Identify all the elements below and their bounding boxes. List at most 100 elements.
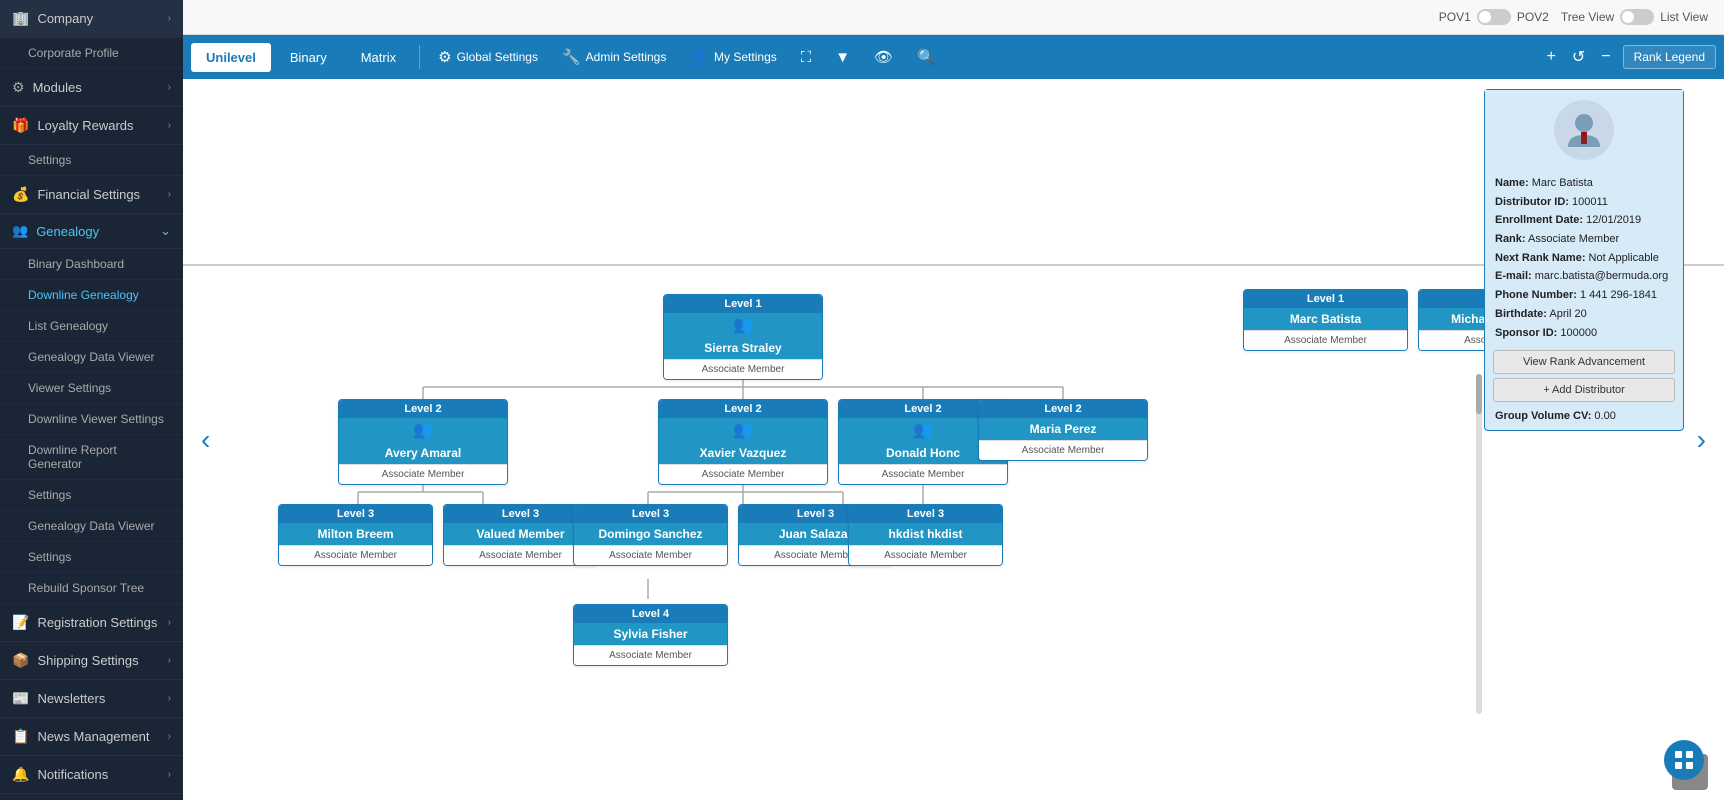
news-arrow: ›	[168, 731, 171, 742]
node-l3-0[interactable]: Level 3 Milton Breem Associate Member	[278, 504, 433, 566]
popup-name-label: Name:	[1495, 177, 1529, 189]
node-root-name: Sierra Straley	[664, 337, 822, 359]
topbar: POV1 POV2 Tree View List View	[183, 0, 1724, 35]
btn-add-distributor[interactable]: + Add Distributor	[1493, 378, 1675, 402]
btn-expand[interactable]: ⛶	[791, 44, 822, 71]
profile-popup: Name: Marc Batista Distributor ID: 10001…	[1484, 89, 1684, 431]
node-l2-0[interactable]: Level 2 👥 Avery Amaral Associate Member	[338, 399, 508, 485]
popup-rank-line: Rank: Associate Member	[1495, 230, 1673, 249]
nav-arrow-right[interactable]: ›	[1687, 414, 1716, 466]
popup-email-line: E-mail: marc.batista@bermuda.org	[1495, 267, 1673, 286]
popup-sponsor-line: Sponsor ID: 100000	[1495, 324, 1673, 343]
tab-matrix[interactable]: Matrix	[346, 43, 411, 72]
btn-zoom-out[interactable]: −	[1597, 44, 1614, 70]
tab-binary[interactable]: Binary	[275, 43, 342, 72]
sidebar-item-rebuild-sponsor[interactable]: Rebuild Sponsor Tree	[0, 573, 183, 604]
node-l3-2[interactable]: Level 3 Domingo Sanchez Associate Member	[573, 504, 728, 566]
node-l2-1-name: Xavier Vazquez	[659, 442, 827, 464]
popup-sponsor-label: Sponsor ID:	[1495, 327, 1557, 339]
popup-did-line: Distributor ID: 100011	[1495, 193, 1673, 212]
node-root[interactable]: Level 1 👥 Sierra Straley Associate Membe…	[663, 294, 823, 380]
sidebar: 🏢 Company › Corporate Profile ⚙ Modules …	[0, 0, 183, 800]
node-right-0-name: Marc Batista	[1244, 308, 1407, 330]
view-toggle[interactable]	[1620, 9, 1654, 25]
btn-filter[interactable]: ▼	[825, 44, 860, 71]
node-l3-4[interactable]: Level 3 hkdist hkdist Associate Member	[848, 504, 1003, 566]
notifications-arrow: ›	[168, 769, 171, 780]
sidebar-item-registration[interactable]: 📝 Registration Settings ›	[0, 604, 183, 642]
node-l2-3[interactable]: Level 2 Maria Perez Associate Member	[978, 399, 1148, 461]
avatar-svg	[1563, 109, 1605, 151]
notifications-icon: 🔔	[12, 766, 29, 783]
node-l2-1-level: Level 2	[659, 400, 827, 418]
node-right-0[interactable]: Level 1 Marc Batista Associate Member	[1243, 289, 1408, 351]
sidebar-item-downline-report[interactable]: Downline Report Generator	[0, 435, 183, 480]
sidebar-item-shipping[interactable]: 📦 Shipping Settings ›	[0, 642, 183, 680]
sidebar-item-downline-genealogy[interactable]: Downline Genealogy	[0, 280, 183, 311]
sidebar-item-binary-dashboard[interactable]: Binary Dashboard	[0, 249, 183, 280]
sidebar-item-genealogy-data-viewer2[interactable]: Genealogy Data Viewer	[0, 511, 183, 542]
node-l3-2-level: Level 3	[574, 505, 727, 523]
btn-refresh[interactable]: ↺	[1568, 43, 1589, 71]
node-l2-1[interactable]: Level 2 👥 Xavier Vazquez Associate Membe…	[658, 399, 828, 485]
list-view-label: List View	[1660, 10, 1708, 24]
btn-view-rank[interactable]: View Rank Advancement	[1493, 350, 1675, 374]
toolbar: Unilevel Binary Matrix ⚙ Global Settings…	[183, 35, 1724, 79]
node-l4-0-level: Level 4	[574, 605, 727, 623]
sidebar-item-news-management[interactable]: 📋 News Management ›	[0, 718, 183, 756]
tab-unilevel[interactable]: Unilevel	[191, 43, 271, 72]
node-right-0-level: Level 1	[1244, 290, 1407, 308]
sidebar-item-modules[interactable]: ⚙ Modules ›	[0, 69, 183, 107]
pov1-label: POV1	[1439, 10, 1471, 24]
btn-my-settings[interactable]: 👤 My Settings	[680, 43, 786, 71]
sidebar-item-genealogy-header[interactable]: 👥 Genealogy ⌄	[0, 214, 183, 249]
search-icon: 🔍	[917, 48, 936, 66]
financial-icon: 💰	[12, 186, 29, 203]
newsletters-arrow: ›	[168, 693, 171, 704]
btn-zoom-in[interactable]: +	[1543, 44, 1560, 70]
node-l3-2-name: Domingo Sanchez	[574, 523, 727, 545]
sidebar-item-company[interactable]: 🏢 Company ›	[0, 0, 183, 38]
btn-global-settings[interactable]: ⚙ Global Settings	[428, 43, 548, 71]
sidebar-item-settings2[interactable]: Settings	[0, 480, 183, 511]
sidebar-item-genealogy-data-viewer[interactable]: Genealogy Data Viewer	[0, 342, 183, 373]
user-settings-icon: 👤	[690, 48, 709, 66]
sidebar-item-loyalty-rewards[interactable]: 🎁 Loyalty Rewards ›	[0, 107, 183, 145]
expand-icon: ⛶	[801, 49, 812, 66]
sidebar-item-corporate-profile[interactable]: Corporate Profile	[0, 38, 183, 69]
company-arrow: ›	[168, 13, 171, 24]
company-icon: 🏢	[12, 10, 29, 27]
popup-birthdate-label: Birthdate:	[1495, 308, 1547, 320]
sidebar-item-settings3[interactable]: Settings	[0, 542, 183, 573]
btn-eye[interactable]: 👁	[864, 43, 903, 71]
sidebar-item-calendar[interactable]: 📅 Calendar and Events ›	[0, 794, 183, 800]
btn-admin-settings[interactable]: 🔧 Admin Settings	[552, 43, 676, 71]
btn-search[interactable]: 🔍	[907, 43, 946, 71]
node-l3-0-type: Associate Member	[279, 545, 432, 565]
popup-scrollbar[interactable]	[1476, 374, 1482, 714]
sidebar-item-notifications[interactable]: 🔔 Notifications ›	[0, 756, 183, 794]
float-action-btn[interactable]	[1664, 740, 1704, 780]
sidebar-item-newsletters[interactable]: 📰 Newsletters ›	[0, 680, 183, 718]
popup-sponsor-value: 100000	[1560, 327, 1597, 339]
nav-arrow-left[interactable]: ‹	[191, 414, 220, 466]
sidebar-item-settings-loyalty[interactable]: Settings	[0, 145, 183, 176]
node-root-type: Associate Member	[664, 359, 822, 379]
sidebar-item-list-genealogy[interactable]: List Genealogy	[0, 311, 183, 342]
pov1-toggle[interactable]	[1477, 9, 1511, 25]
sidebar-item-financial[interactable]: 💰 Financial Settings ›	[0, 176, 183, 214]
main-content: Unilevel Binary Matrix ⚙ Global Settings…	[183, 35, 1724, 800]
node-l2-3-name: Maria Perez	[979, 418, 1147, 440]
pov1-toggle-group: POV1 POV2	[1439, 9, 1549, 25]
node-l4-0[interactable]: Level 4 Sylvia Fisher Associate Member	[573, 604, 728, 666]
btn-rank-legend[interactable]: Rank Legend	[1623, 45, 1716, 69]
popup-birthdate-line: Birthdate: April 20	[1495, 305, 1673, 324]
popup-did-value: 100011	[1572, 196, 1608, 208]
sidebar-item-downline-viewer-settings[interactable]: Downline Viewer Settings	[0, 404, 183, 435]
gear-icon: ⚙	[438, 48, 451, 66]
node-l2-3-type: Associate Member	[979, 440, 1147, 460]
sidebar-item-viewer-settings[interactable]: Viewer Settings	[0, 373, 183, 404]
filter-icon: ▼	[835, 49, 850, 66]
canvas-area: ‹ ›	[183, 79, 1724, 800]
node-l3-2-type: Associate Member	[574, 545, 727, 565]
